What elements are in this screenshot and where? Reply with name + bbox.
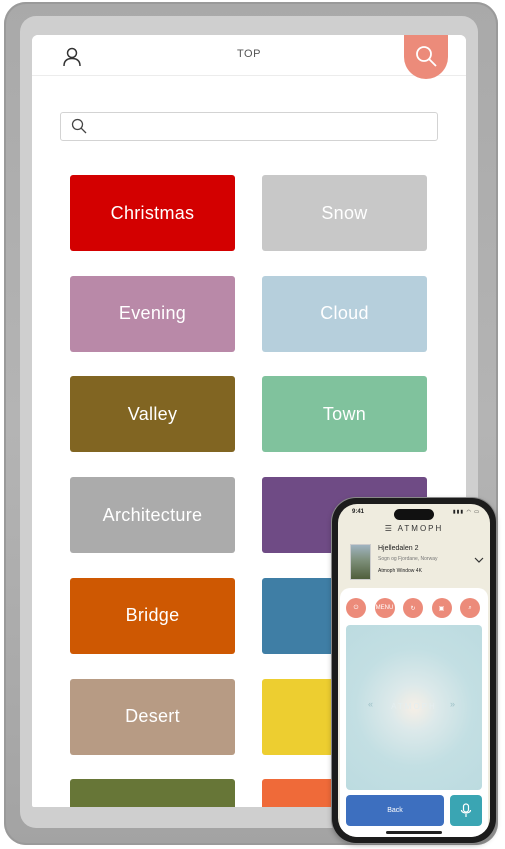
search-icon [416,46,437,67]
page-title: TOP [237,48,261,60]
phone-device: 9:41 ▮▮▮ ◠ ▭ ☰ ATMOPH Hjelledalen 2 Sogn… [332,498,496,843]
device-name: Atmoph Window 4K [378,568,422,574]
category-tile[interactable]: Desert [70,678,235,755]
status-icons: ▮▮▮ ◠ ▭ [453,509,480,515]
remote-panel: ⏻ MENU ↻ ▣ ⌕ « ATMOPH » Back [340,588,488,837]
menu-icon[interactable]: MENU [374,598,395,618]
pad-logo: ATMOPH [391,702,437,711]
search-field[interactable] [60,112,438,141]
phone-screen: 9:41 ▮▮▮ ◠ ▭ ☰ ATMOPH Hjelledalen 2 Sogn… [338,504,490,837]
search-icon [71,118,87,134]
scene-thumbnail[interactable] [350,544,371,580]
category-tile[interactable]: Cloud [262,275,427,352]
category-tile[interactable]: Architecture [70,477,235,554]
gallery-icon[interactable]: ▣ [431,598,452,618]
category-tile[interactable]: Town [262,376,427,453]
chevron-down-icon[interactable] [474,556,484,564]
category-tile[interactable]: Valley [70,376,235,453]
next-icon[interactable]: » [450,699,455,709]
back-button[interactable]: Back [346,795,444,826]
logo-icon: ☰ [384,524,394,533]
mic-button[interactable] [450,795,482,826]
category-tile[interactable]: Evening [70,275,235,352]
scene-title: Hjelledalen 2 [378,545,419,552]
category-tile[interactable]: Christmas [70,175,235,251]
battery-icon: ▭ [474,509,480,515]
mic-icon [460,803,472,817]
category-tile[interactable]: Snow [262,175,427,251]
search-button[interactable] [404,35,448,79]
timer-icon[interactable]: ↻ [403,598,423,618]
scene-location: Sogn og Fjordane, Norway [378,556,438,562]
wifi-icon: ◠ [466,509,472,515]
brand-logo: ☰ ATMOPH [384,524,444,533]
status-time: 9:41 [352,509,365,515]
touch-pad[interactable]: « ATMOPH » [346,625,482,790]
home-indicator [386,831,442,834]
search-input[interactable] [93,116,433,138]
signal-icon: ▮▮▮ [452,509,465,515]
category-tile[interactable]: Bridge [70,577,235,654]
dynamic-island [394,509,434,520]
top-bar: TOP [32,35,466,79]
power-icon[interactable]: ⏻ [346,598,366,618]
search-icon[interactable]: ⌕ [460,598,480,618]
category-tile[interactable] [70,779,235,807]
